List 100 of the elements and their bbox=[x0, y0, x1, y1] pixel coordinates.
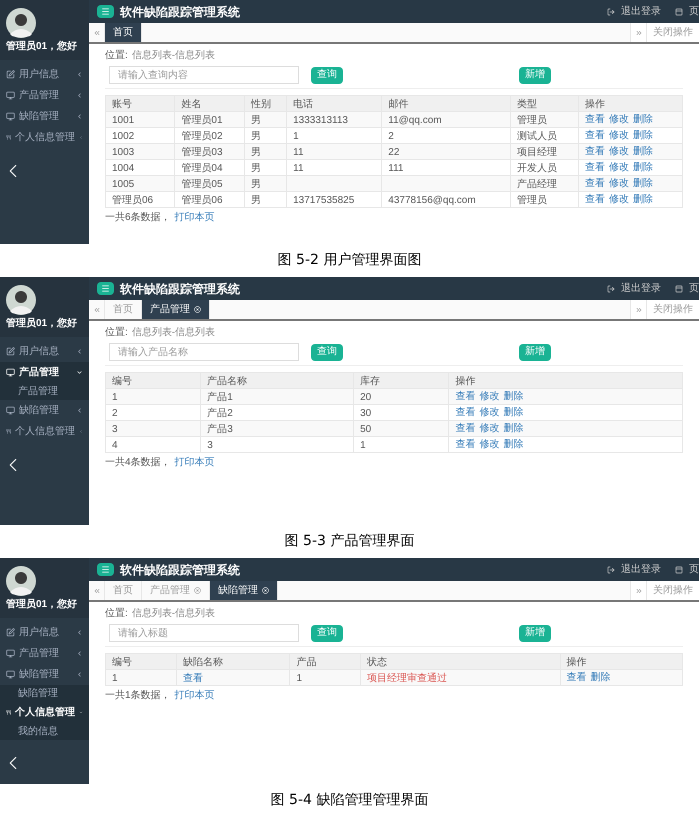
page-icon[interactable] bbox=[675, 566, 683, 574]
action-link[interactable]: 删除 bbox=[633, 146, 654, 158]
sidebar-item[interactable]: 产品管理 bbox=[0, 85, 89, 106]
page-tab[interactable]: 产品管理 bbox=[142, 300, 210, 319]
add-button[interactable]: 新增 bbox=[519, 624, 551, 642]
action-link[interactable]: 查看 bbox=[455, 390, 476, 402]
sidebar-item[interactable]: 个人信息管理 bbox=[0, 421, 89, 442]
action-link[interactable]: 修改 bbox=[479, 390, 500, 402]
search-field[interactable]: 请输入产品名称 bbox=[109, 343, 299, 361]
query-button[interactable]: 查询 bbox=[311, 344, 343, 360]
page-menu-link[interactable]: 页 bbox=[689, 4, 699, 19]
table-cell: 3 bbox=[207, 440, 213, 450]
sidebar-item[interactable]: 缺陷管理 bbox=[0, 400, 89, 421]
menu-button[interactable] bbox=[97, 282, 114, 295]
view-link[interactable]: 查看 bbox=[182, 672, 203, 684]
query-button[interactable]: 查询 bbox=[311, 624, 343, 642]
add-button[interactable]: 新增 bbox=[519, 66, 551, 84]
page-menu-link[interactable]: 页 bbox=[689, 562, 699, 577]
sidebar-item[interactable]: 个人信息管理 bbox=[0, 127, 89, 148]
sidebar-item[interactable]: 用户信息 bbox=[0, 341, 89, 362]
action-link[interactable]: 修改 bbox=[479, 422, 500, 434]
action-link[interactable]: 修改 bbox=[609, 146, 630, 158]
submenu-item[interactable]: 产品管理 bbox=[0, 383, 89, 400]
sidebar-item[interactable]: 产品管理 bbox=[0, 362, 89, 383]
action-link[interactable]: 删除 bbox=[633, 114, 654, 126]
column-header: 产品 bbox=[296, 656, 316, 668]
action-link[interactable]: 修改 bbox=[609, 130, 630, 142]
avatar-icon bbox=[6, 285, 36, 315]
page-tab[interactable]: 首页 bbox=[105, 581, 142, 600]
add-button[interactable]: 新增 bbox=[519, 344, 551, 360]
print-link[interactable]: 打印本页 bbox=[174, 690, 215, 702]
page-icon[interactable] bbox=[675, 8, 683, 16]
submenu-item[interactable]: 缺陷管理 bbox=[0, 685, 89, 702]
query-button[interactable]: 查询 bbox=[311, 66, 343, 84]
action-link[interactable]: 删除 bbox=[503, 406, 524, 418]
logout-icon[interactable] bbox=[607, 8, 615, 16]
action-link[interactable]: 修改 bbox=[479, 438, 500, 450]
action-link[interactable]: 修改 bbox=[479, 406, 500, 418]
table-cell: 3 bbox=[112, 424, 118, 434]
sidebar-item[interactable]: 用户信息 bbox=[0, 622, 89, 643]
print-link[interactable]: 打印本页 bbox=[174, 212, 215, 224]
location-path: 信息列表-信息列表 bbox=[132, 50, 216, 62]
table-cell: 管理员06 bbox=[181, 194, 223, 206]
table-cell: 1333313113 bbox=[293, 114, 348, 126]
page-icon[interactable] bbox=[675, 284, 683, 292]
menu-button[interactable] bbox=[97, 563, 114, 576]
app-title: 软件缺陷跟踪管理系统 bbox=[120, 280, 241, 298]
close-operations-button[interactable]: 关闭操作 bbox=[646, 300, 699, 319]
menu-button[interactable] bbox=[97, 5, 114, 18]
sidebar-item[interactable]: 产品管理 bbox=[0, 643, 89, 664]
logout-link[interactable]: 退出登录 bbox=[621, 4, 661, 19]
action-link[interactable]: 删除 bbox=[503, 438, 524, 450]
table-cell: 50 bbox=[360, 424, 372, 434]
sidebar-item[interactable]: 用户信息 bbox=[0, 64, 89, 85]
action-link[interactable]: 查看 bbox=[455, 422, 476, 434]
submenu-item[interactable]: 我的信息 bbox=[0, 723, 89, 740]
logout-icon[interactable] bbox=[607, 566, 615, 574]
action-link[interactable]: 查看 bbox=[585, 114, 606, 126]
action-link[interactable]: 查看 bbox=[585, 162, 606, 174]
action-link[interactable]: 查看 bbox=[585, 146, 606, 158]
page-menu-link[interactable]: 页 bbox=[689, 281, 699, 296]
action-link[interactable]: 删除 bbox=[503, 422, 524, 434]
search-field[interactable]: 请输入标题 bbox=[109, 624, 299, 642]
action-link[interactable]: 删除 bbox=[590, 672, 611, 684]
action-link[interactable]: 查看 bbox=[566, 672, 587, 684]
close-operations-button[interactable]: 关闭操作 bbox=[646, 23, 699, 42]
close-operations-button[interactable]: 关闭操作 bbox=[646, 581, 699, 600]
sidebar-item[interactable]: 缺陷管理 bbox=[0, 106, 89, 127]
caret-icon bbox=[76, 650, 83, 657]
table-cell: 男 bbox=[250, 114, 261, 126]
action-link[interactable]: 修改 bbox=[609, 194, 630, 206]
sidebar-item[interactable]: 个人信息管理 bbox=[0, 702, 89, 723]
action-link[interactable]: 删除 bbox=[633, 194, 654, 206]
action-link[interactable]: 删除 bbox=[633, 178, 654, 190]
search-field[interactable]: 请输入查询内容 bbox=[109, 66, 299, 84]
action-link[interactable]: 删除 bbox=[633, 162, 654, 174]
logout-link[interactable]: 退出登录 bbox=[621, 281, 661, 296]
menu-item-icon bbox=[6, 133, 12, 142]
table-cell: 2 bbox=[112, 408, 118, 418]
logout-icon[interactable] bbox=[607, 284, 615, 292]
action-link[interactable]: 查看 bbox=[585, 130, 606, 142]
sidebar-item[interactable]: 缺陷管理 bbox=[0, 664, 89, 685]
page-tab[interactable]: 首页 bbox=[105, 23, 142, 42]
action-link[interactable]: 修改 bbox=[609, 178, 630, 190]
action-link[interactable]: 查看 bbox=[455, 438, 476, 450]
action-link[interactable]: 修改 bbox=[609, 162, 630, 174]
print-link[interactable]: 打印本页 bbox=[174, 457, 215, 469]
action-link[interactable]: 查看 bbox=[585, 178, 606, 190]
action-link[interactable]: 删除 bbox=[633, 130, 654, 142]
action-link[interactable]: 查看 bbox=[455, 406, 476, 418]
action-link[interactable]: 查看 bbox=[585, 194, 606, 206]
double-chevron-icon bbox=[92, 28, 100, 36]
location-label: 位置: bbox=[105, 327, 128, 339]
logout-link[interactable]: 退出登录 bbox=[621, 562, 661, 577]
action-link[interactable]: 修改 bbox=[609, 114, 630, 126]
action-link[interactable]: 删除 bbox=[503, 390, 524, 402]
table-cell: 1003 bbox=[112, 146, 134, 158]
table-cell: 男 bbox=[250, 178, 261, 190]
page-tab[interactable]: 缺陷管理 bbox=[210, 581, 278, 600]
table-cell: 男 bbox=[250, 162, 261, 174]
